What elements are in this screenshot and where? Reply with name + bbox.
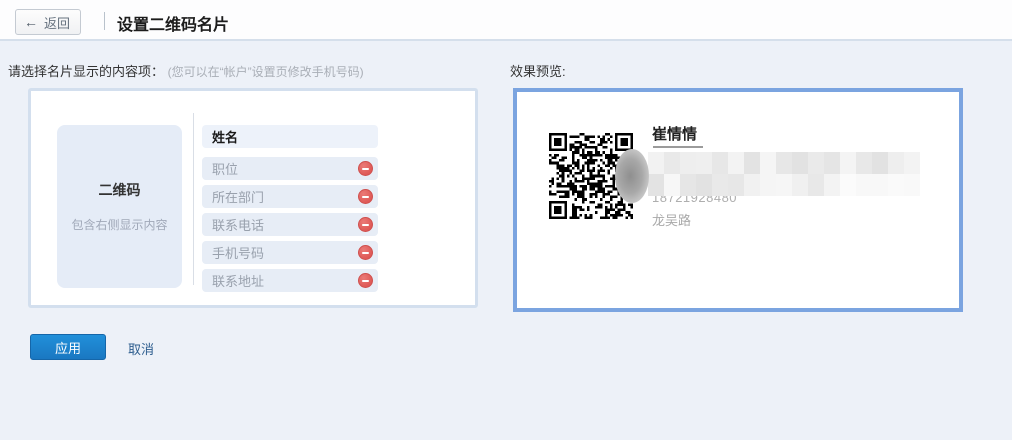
qr-placeholder-title: 二维码 (99, 180, 141, 200)
field-row: 姓名 (202, 125, 378, 148)
blur-pixel (696, 174, 712, 196)
privacy-blur-blob (615, 149, 649, 203)
field-row: 联系地址 (202, 269, 378, 292)
title-separator (104, 12, 105, 30)
blur-pixel (712, 174, 728, 196)
instruction-text: 请选择名片显示的内容项： (您可以在“帐户”设置页修改手机号码) (8, 61, 364, 80)
field-row-label: 联系电话 (212, 215, 264, 234)
card-name: 崔情情 (652, 123, 697, 144)
card-address: 龙吴路 (652, 210, 691, 229)
remove-field-icon[interactable] (358, 273, 373, 288)
field-list: 姓名职位所在部门联系电话手机号码联系地址 (202, 125, 378, 292)
field-row: 联系电话 (202, 213, 378, 236)
blur-pixel (664, 152, 680, 174)
blur-pixel (904, 174, 920, 196)
blur-pixel (904, 152, 920, 174)
blur-pixel (728, 174, 744, 196)
blur-pixel (680, 174, 696, 196)
back-button-label: 返回 (44, 13, 70, 32)
field-row-label: 职位 (212, 159, 238, 178)
blur-pixel (872, 152, 888, 174)
remove-field-icon[interactable] (358, 245, 373, 260)
remove-field-icon[interactable] (358, 161, 373, 176)
blur-pixel (648, 152, 664, 174)
field-row: 手机号码 (202, 241, 378, 264)
field-row-label: 联系地址 (212, 271, 264, 290)
qr-placeholder: 二维码 包含右侧显示内容 (57, 125, 182, 288)
apply-button[interactable]: 应用 (30, 334, 106, 360)
blur-pixel (792, 152, 808, 174)
field-row: 所在部门 (202, 185, 378, 208)
instruction-note: (您可以在“帐户”设置页修改手机号码) (168, 65, 364, 79)
privacy-blur-row-2 (648, 174, 920, 196)
blur-pixel (840, 174, 856, 196)
back-button[interactable]: ← 返回 (15, 9, 81, 35)
blur-pixel (872, 174, 888, 196)
page-title: 设置二维码名片 (117, 11, 229, 35)
blur-pixel (680, 152, 696, 174)
blur-pixel (888, 174, 904, 196)
blur-pixel (888, 152, 904, 174)
blur-pixel (792, 174, 808, 196)
vertical-divider (193, 113, 194, 285)
blur-pixel (856, 152, 872, 174)
blur-pixel (728, 152, 744, 174)
blur-pixel (808, 174, 824, 196)
blur-pixel (760, 174, 776, 196)
qr-card-settings-page: ← 返回 设置二维码名片 请选择名片显示的内容项： (您可以在“帐户”设置页修改… (0, 0, 1012, 440)
blur-pixel (856, 174, 872, 196)
name-underline (653, 146, 703, 148)
blur-pixel (696, 152, 712, 174)
preview-card: 崔情情 18721928480 龙吴路 (513, 88, 963, 312)
blur-pixel (760, 152, 776, 174)
field-row-label: 所在部门 (212, 187, 264, 206)
blur-pixel (808, 152, 824, 174)
blur-pixel (776, 174, 792, 196)
blur-pixel (744, 152, 760, 174)
back-arrow-icon: ← (24, 15, 38, 29)
blur-pixel (776, 152, 792, 174)
preview-label: 效果预览: (510, 61, 566, 80)
field-row-label: 姓名 (212, 127, 238, 146)
blur-pixel (664, 174, 680, 196)
instruction-main: 请选择名片显示的内容项： (8, 64, 164, 79)
field-selection-panel: 二维码 包含右侧显示内容 姓名职位所在部门联系电话手机号码联系地址 (28, 88, 478, 308)
remove-field-icon[interactable] (358, 189, 373, 204)
blur-pixel (744, 174, 760, 196)
blur-pixel (712, 152, 728, 174)
blur-pixel (824, 174, 840, 196)
privacy-blur-row-1 (648, 152, 920, 174)
blur-pixel (648, 174, 664, 196)
blur-pixel (824, 152, 840, 174)
field-row-label: 手机号码 (212, 243, 264, 262)
top-bar: ← 返回 设置二维码名片 (0, 0, 1012, 41)
field-row: 职位 (202, 157, 378, 180)
cancel-link[interactable]: 取消 (128, 339, 154, 358)
qr-placeholder-subtitle: 包含右侧显示内容 (71, 216, 167, 233)
blur-pixel (840, 152, 856, 174)
remove-field-icon[interactable] (358, 217, 373, 232)
